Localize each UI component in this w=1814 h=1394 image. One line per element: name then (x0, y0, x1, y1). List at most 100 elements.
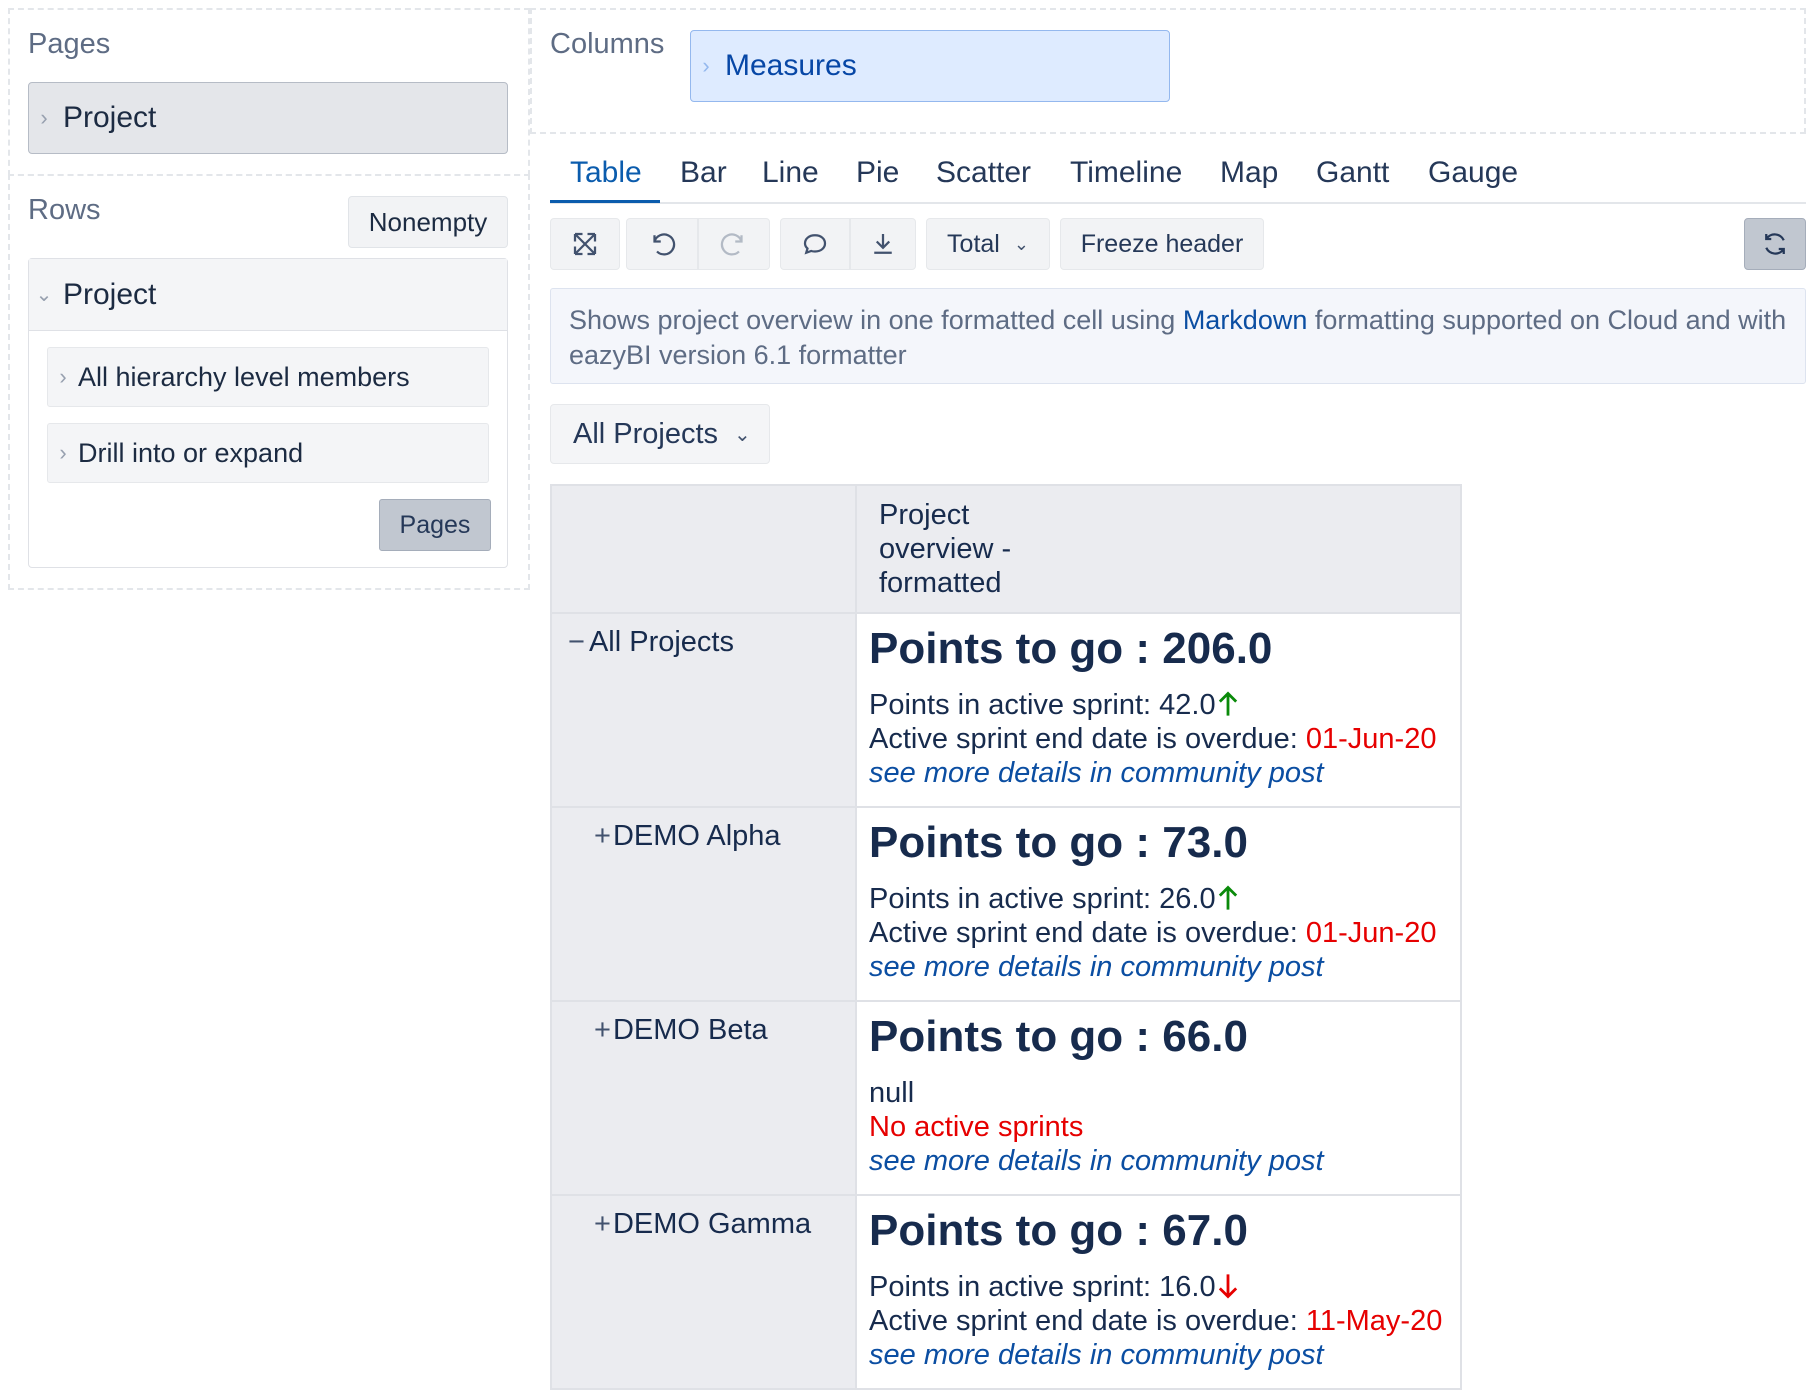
tab-scatter[interactable]: Scatter (936, 156, 1031, 190)
rows-project-group: ⌄ Project › All hierarchy level members … (28, 258, 508, 568)
measures-chip[interactable]: › Measures (690, 30, 1170, 102)
drill-option-label: Drill into or expand (78, 437, 304, 468)
sprint-points-text: Points in active sprint: 42.0 (869, 689, 1216, 721)
fullscreen-button[interactable] (550, 218, 620, 270)
overdue-line: Active sprint end date is overdue: 01-Ju… (869, 916, 1448, 950)
expand-icon[interactable]: + (594, 820, 611, 852)
chevron-right-icon: › (702, 53, 710, 78)
community-post-link[interactable]: see more details in community post (869, 1338, 1448, 1372)
undo-button[interactable] (626, 218, 698, 270)
table-header-row: Project overview - formatted (550, 484, 1462, 614)
table-row: − All Projects Points to go : 206.0 Point… (550, 612, 1462, 808)
active-sprint-points: Points in active sprint: 16.0 (869, 1270, 1448, 1304)
row-label[interactable]: DEMO Alpha (613, 820, 781, 852)
freeze-header-button[interactable]: Freeze header (1060, 218, 1264, 270)
report-table: Project overview - formatted − All Projec… (550, 484, 1462, 1390)
nonempty-button[interactable]: Nonempty (348, 196, 508, 248)
expand-icon[interactable]: + (594, 1014, 611, 1046)
tab-table[interactable]: Table (570, 156, 642, 190)
overdue-label: Active sprint end date is overdue: (869, 1305, 1306, 1337)
rows-project-header[interactable]: ⌄ Project (29, 259, 507, 331)
tab-line[interactable]: Line (762, 156, 819, 190)
project-overview-cell: Points to go : 66.0 null No active sprin… (855, 1000, 1462, 1196)
refresh-button[interactable] (1744, 218, 1806, 270)
table-row: +DEMO Beta Points to go : 66.0 null No a… (550, 1000, 1462, 1196)
rows-title: Rows (28, 194, 101, 226)
refresh-icon (1765, 233, 1785, 255)
active-sprint-points: Points in active sprint: 42.0 (869, 688, 1448, 722)
overdue-line: Active sprint end date is overdue: 01-Ju… (869, 722, 1448, 756)
expand-icon[interactable]: + (594, 1208, 611, 1240)
points-to-go: Points to go : 66.0 (869, 1012, 1248, 1061)
comment-button[interactable] (780, 218, 850, 270)
undo-icon (653, 233, 676, 256)
filter-selected-value: All Projects (573, 417, 719, 450)
column-header-project-overview[interactable]: Project overview - formatted (855, 484, 1462, 614)
pages-project-label: Project (63, 101, 157, 134)
view-tabs: Table Bar Line Pie Scatter Timeline Map … (550, 150, 1806, 204)
markdown-link[interactable]: Markdown (1183, 305, 1308, 335)
row-header: +DEMO Beta (550, 1000, 857, 1196)
row-header: +DEMO Alpha (550, 806, 857, 1002)
pages-project-chip[interactable]: › Project (28, 82, 508, 154)
row-label[interactable]: All Projects (589, 626, 734, 658)
redo-icon (720, 233, 743, 256)
overdue-date: 01-Jun-20 (1305, 917, 1437, 949)
community-post-link[interactable]: see more details in community post (869, 1144, 1448, 1178)
sprint-points-text: Points in active sprint: 26.0 (869, 883, 1216, 915)
total-label: Total (947, 229, 1000, 258)
pages-button[interactable]: Pages (379, 499, 491, 551)
overdue-label: Active sprint end date is overdue: (869, 723, 1306, 755)
columns-title: Columns (550, 28, 665, 60)
community-post-link[interactable]: see more details in community post (869, 756, 1448, 790)
null-value: null (869, 1077, 915, 1109)
points-to-go: Points to go : 73.0 (869, 818, 1248, 867)
tab-gauge[interactable]: Gauge (1428, 156, 1518, 190)
chevron-right-icon: › (40, 105, 48, 130)
collapse-icon[interactable]: − (568, 626, 585, 658)
column-header-label: Project overview - formatted (879, 499, 1012, 599)
row-label[interactable]: DEMO Beta (613, 1014, 768, 1046)
trend-down-icon (1216, 1271, 1240, 1303)
tab-timeline[interactable]: Timeline (1070, 156, 1182, 190)
hierarchy-option-label: All hierarchy level members (78, 361, 410, 392)
overdue-label: Active sprint end date is overdue: (869, 917, 1306, 949)
pages-title: Pages (28, 28, 111, 60)
measures-label: Measures (725, 49, 857, 82)
project-overview-cell: Points to go : 206.0 Points in active sp… (855, 612, 1462, 808)
expand-icon (573, 232, 597, 256)
rows-project-label: Project (63, 277, 157, 311)
chevron-right-icon: › (59, 440, 67, 465)
active-sprint-points: Points in active sprint: 26.0 (869, 882, 1448, 916)
project-overview-cell: Points to go : 67.0 Points in active spr… (855, 1194, 1462, 1390)
tab-bar[interactable]: Bar (680, 156, 727, 190)
overdue-date: 01-Jun-20 (1305, 723, 1437, 755)
sprint-points-text: Points in active sprint: 16.0 (869, 1271, 1216, 1303)
community-post-link[interactable]: see more details in community post (869, 950, 1448, 984)
no-active-sprints: No active sprints (869, 1111, 1084, 1143)
chevron-down-icon: ⌄ (734, 423, 751, 446)
overdue-line: Active sprint end date is overdue: 11-Ma… (869, 1304, 1448, 1338)
active-tab-indicator (550, 200, 660, 203)
tab-map[interactable]: Map (1220, 156, 1278, 190)
download-icon (874, 234, 892, 254)
trend-up-icon (1216, 689, 1240, 721)
chevron-right-icon: › (59, 364, 67, 389)
project-page-filter[interactable]: All Projects ⌄ (550, 404, 770, 464)
tab-gantt[interactable]: Gantt (1316, 156, 1389, 190)
tab-pie[interactable]: Pie (856, 156, 899, 190)
chevron-down-icon: ⌄ (1013, 233, 1029, 254)
overdue-date: 11-May-20 (1305, 1305, 1443, 1337)
row-label[interactable]: DEMO Gamma (613, 1208, 811, 1240)
hierarchy-option[interactable]: › All hierarchy level members (47, 347, 489, 407)
trend-up-icon (1216, 883, 1240, 915)
comment-icon (803, 234, 827, 255)
report-description: Shows project overview in one formatted … (550, 288, 1806, 384)
redo-button[interactable] (698, 218, 770, 270)
project-overview-cell: Points to go : 73.0 Points in active spr… (855, 806, 1462, 1002)
drill-option[interactable]: › Drill into or expand (47, 423, 489, 483)
total-dropdown[interactable]: Total ⌄ (926, 218, 1050, 270)
chevron-down-icon: ⌄ (35, 284, 53, 306)
export-button[interactable] (850, 218, 916, 270)
points-to-go: Points to go : 67.0 (869, 1206, 1248, 1255)
